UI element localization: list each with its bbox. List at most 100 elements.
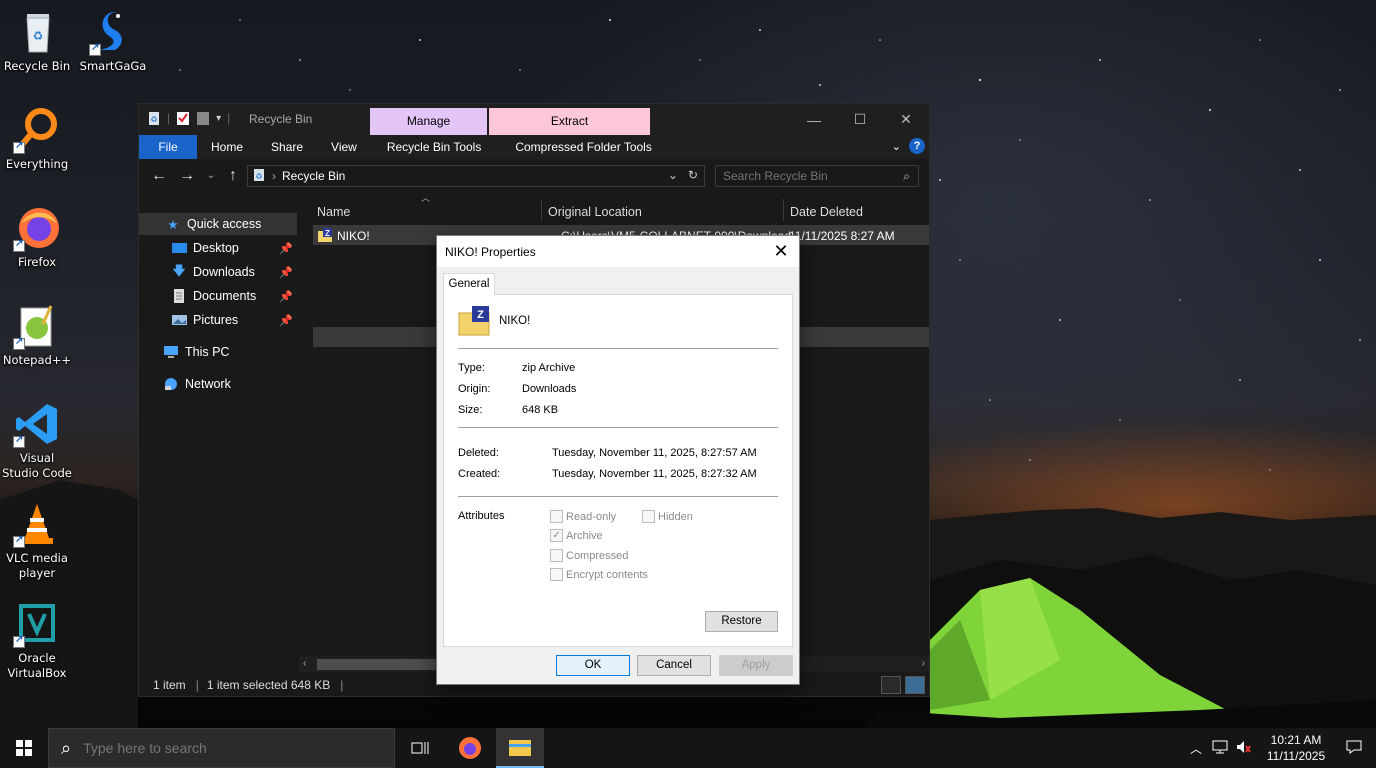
navigation-pane: ★ Quick access Desktop 📌 🡇 Downloads 📌 D…: [139, 208, 297, 668]
address-toolbar: ← → ⌄ ↑ ♻ › Recycle Bin ⌄ ↻ ⌕: [139, 159, 929, 193]
back-arrow-icon[interactable]: ←: [149, 167, 169, 185]
view-toggle: [881, 676, 925, 694]
separator: |: [195, 678, 199, 692]
nav-desktop[interactable]: Desktop 📌: [139, 237, 297, 259]
pin-icon[interactable]: 📌: [279, 314, 293, 327]
nav-downloads[interactable]: 🡇 Downloads 📌: [139, 261, 297, 283]
expand-ribbon-icon[interactable]: ⌄: [892, 140, 901, 153]
dialog-close-button[interactable]: ✕: [769, 240, 793, 262]
address-dropdown-icon[interactable]: ⌄: [668, 168, 678, 182]
desktop-icon-everything[interactable]: Everything: [0, 106, 74, 172]
column-divider[interactable]: [783, 199, 784, 221]
size-label: Size:: [458, 404, 483, 416]
help-icon[interactable]: ?: [909, 138, 925, 154]
tab-compressed-folder-tools[interactable]: Compressed Folder Tools: [495, 135, 666, 159]
column-header-name[interactable]: Name: [317, 205, 350, 219]
volume-muted-icon[interactable]: [1236, 740, 1252, 757]
search-input[interactable]: [723, 169, 893, 183]
desktop-icon-vscode[interactable]: Visual Studio Code: [0, 400, 74, 481]
tab-extract-context[interactable]: Extract: [489, 108, 650, 135]
virtualbox-icon: [13, 600, 61, 648]
nav-this-pc[interactable]: This PC: [139, 341, 297, 363]
tab-view[interactable]: View: [317, 135, 371, 159]
scroll-left-arrow-icon[interactable]: ‹: [303, 658, 306, 669]
taskbar-search-input[interactable]: [83, 740, 374, 756]
hidden-checkbox[interactable]: Hidden: [642, 510, 693, 523]
network-icon[interactable]: [1212, 740, 1228, 757]
task-view-icon: [411, 742, 429, 754]
desktop-icon-recycle-bin[interactable]: ♻ Recycle Bin: [0, 8, 74, 74]
checkbox-box: [550, 568, 563, 581]
scroll-right-arrow-icon[interactable]: ›: [922, 658, 925, 669]
ok-button[interactable]: OK: [556, 655, 630, 676]
taskbar-firefox[interactable]: [446, 728, 494, 768]
up-arrow-icon[interactable]: ↑: [223, 167, 243, 185]
apply-button[interactable]: Apply: [719, 655, 793, 676]
column-divider[interactable]: [541, 199, 542, 221]
desktop-icon-smartgaga[interactable]: SmartGaGa: [76, 8, 150, 74]
show-hidden-icons-chevron-icon[interactable]: ︿: [1190, 740, 1202, 757]
shortcut-arrow-icon: [13, 140, 25, 154]
desktop-icon-vlc[interactable]: VLC media player: [0, 500, 74, 581]
taskbar-file-explorer[interactable]: [496, 728, 544, 768]
tab-file[interactable]: File: [139, 135, 197, 159]
refresh-icon[interactable]: ↻: [688, 168, 698, 182]
desktop-icon-firefox[interactable]: Firefox: [0, 204, 74, 270]
breadcrumb-recycle-bin[interactable]: Recycle Bin: [282, 169, 345, 183]
read-only-checkbox[interactable]: Read-only: [550, 510, 616, 523]
encrypt-contents-checkbox[interactable]: Encrypt contents: [550, 568, 648, 581]
dialog-title: NIKO! Properties: [445, 245, 536, 259]
pin-icon[interactable]: 📌: [279, 266, 293, 279]
details-view-button[interactable]: [881, 676, 901, 694]
shortcut-arrow-icon: [13, 634, 25, 648]
desktop-icon-label: Recycle Bin: [3, 59, 71, 73]
properties-dialog: NIKO! Properties ✕ General Z NIKO! Type:…: [436, 235, 800, 685]
tab-share[interactable]: Share: [257, 135, 317, 159]
column-header-date-deleted[interactable]: Date Deleted: [790, 205, 863, 219]
tab-recycle-bin-tools[interactable]: Recycle Bin Tools: [371, 135, 496, 159]
nav-label: This PC: [185, 345, 230, 359]
ribbon-tabs: File Home Share View Recycle Bin Tools C…: [139, 135, 929, 159]
new-folder-icon[interactable]: [196, 110, 210, 126]
tab-manage-context[interactable]: Manage: [370, 108, 487, 135]
pin-icon[interactable]: 📌: [279, 290, 293, 303]
properties-icon[interactable]: [176, 110, 190, 126]
column-header-original-location[interactable]: Original Location: [548, 205, 642, 219]
recycle-bin-small-icon[interactable]: ♻: [147, 110, 161, 126]
windows-logo-icon: [16, 740, 32, 756]
archive-checkbox[interactable]: ✓ Archive: [550, 529, 603, 542]
nav-quick-access[interactable]: ★ Quick access: [139, 213, 297, 235]
desktop-icon-notepadpp[interactable]: Notepad++: [0, 302, 74, 368]
vlc-cone-icon: [13, 500, 61, 548]
compressed-checkbox[interactable]: Compressed: [550, 549, 628, 562]
minimize-button[interactable]: —: [791, 104, 837, 135]
search-icon[interactable]: ⌕: [903, 169, 910, 184]
tab-general[interactable]: General: [443, 273, 495, 295]
cancel-button[interactable]: Cancel: [637, 655, 711, 676]
forward-arrow-icon[interactable]: →: [177, 167, 197, 185]
nav-documents[interactable]: Documents 📌: [139, 285, 297, 307]
tab-home[interactable]: Home: [197, 135, 257, 159]
close-button[interactable]: ✕: [883, 104, 929, 135]
taskbar-search-box[interactable]: ⌕: [48, 728, 395, 768]
desktop-icon-virtualbox[interactable]: Oracle VirtualBox: [0, 600, 74, 681]
created-value: Tuesday, November 11, 2025, 8:27:32 AM: [552, 468, 757, 480]
address-bar[interactable]: ♻ › Recycle Bin ⌄ ↻: [247, 165, 705, 187]
restore-button[interactable]: Restore: [705, 611, 778, 632]
large-icons-view-button[interactable]: [905, 676, 925, 694]
file-name: NIKO!: [337, 229, 370, 243]
maximize-button[interactable]: ☐: [837, 104, 883, 135]
clock[interactable]: 10:21 AM 11/11/2025: [1260, 732, 1332, 764]
nav-network[interactable]: Network: [139, 373, 297, 395]
nav-pictures[interactable]: Pictures 📌: [139, 309, 297, 331]
customize-toolbar-icon[interactable]: ▾: [216, 113, 221, 124]
start-button[interactable]: [0, 728, 48, 768]
recent-locations-chevron-icon[interactable]: ⌄: [201, 170, 221, 181]
checkmark-icon: ✓: [550, 529, 563, 542]
notification-center-icon[interactable]: [1332, 740, 1376, 757]
search-box[interactable]: ⌕: [715, 165, 919, 187]
status-item-count: 1 item: [153, 678, 186, 692]
folder-icon: [509, 740, 531, 756]
pin-icon[interactable]: 📌: [279, 242, 293, 255]
task-view-button[interactable]: [396, 728, 444, 768]
